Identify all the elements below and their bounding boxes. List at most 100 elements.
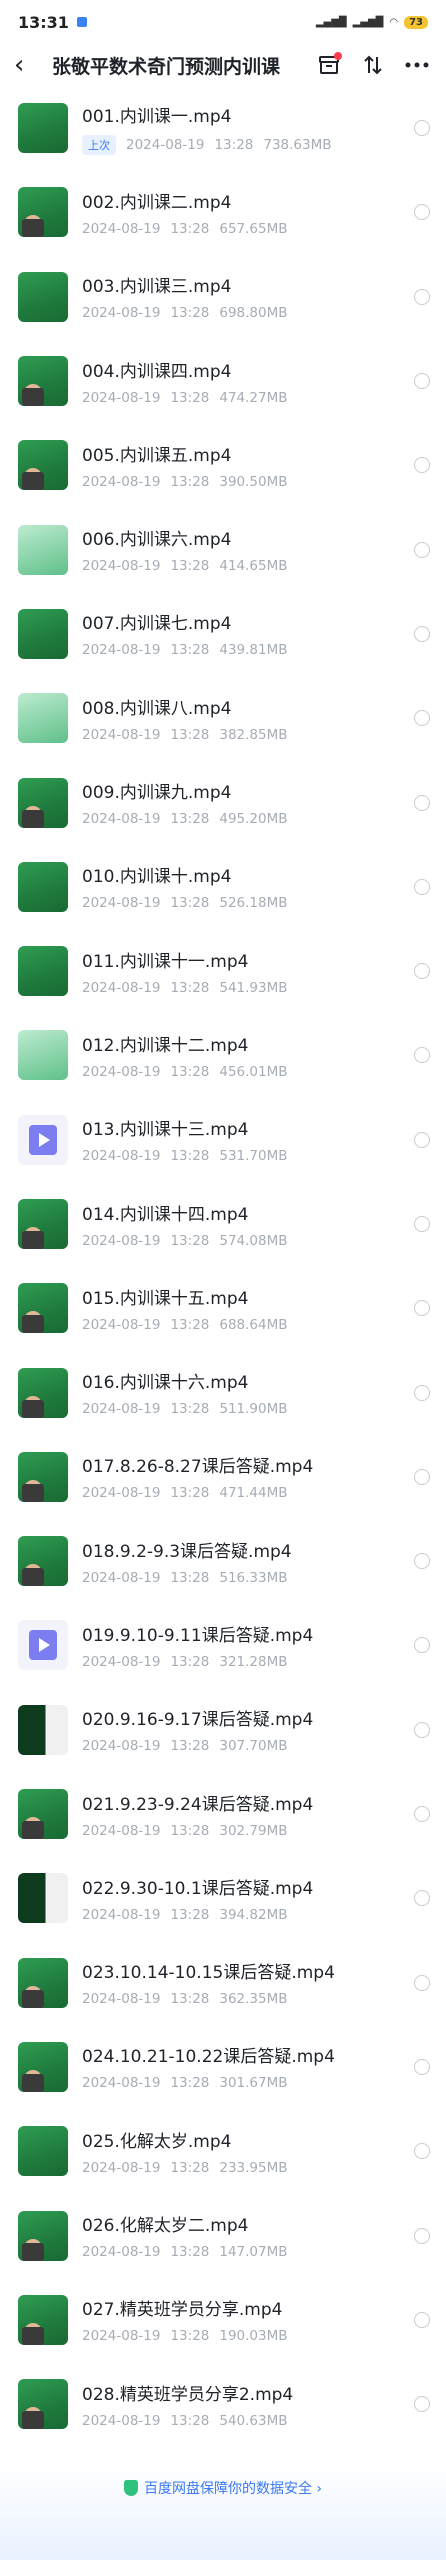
video-thumbnail bbox=[18, 1451, 68, 1502]
file-name: 001.内训课一.mp4 bbox=[82, 106, 232, 127]
file-row[interactable]: 017.8.26-8.27课后答疑.mp4 2024-08-19 13:28 471.… bbox=[0, 1435, 446, 1519]
select-radio[interactable] bbox=[414, 963, 430, 980]
select-radio[interactable] bbox=[414, 710, 430, 727]
select-radio[interactable] bbox=[414, 878, 430, 895]
file-row[interactable]: 009.内训课九.mp4 2024-08-19 13:28 495.20MB bbox=[0, 760, 446, 844]
file-info: 002.内训课二.mp4 2024-08-19 13:28 657.65MB bbox=[82, 188, 404, 237]
file-row[interactable]: 016.内训课十六.mp4 2024-08-19 13:28 511.90MB bbox=[0, 1350, 446, 1434]
file-row[interactable]: 018.9.2-9.3课后答疑.mp4 2024-08-19 13:28 516.33… bbox=[0, 1519, 446, 1603]
file-info: 018.9.2-9.3课后答疑.mp4 2024-08-19 13:28 516.33… bbox=[82, 1537, 404, 1586]
file-row[interactable]: 023.10.14-10.15课后答疑.mp4 2024-08-19 13:28 36… bbox=[0, 1941, 446, 2025]
video-thumbnail bbox=[18, 693, 68, 744]
file-date: 2024-08-19 bbox=[82, 2412, 161, 2429]
file-row[interactable]: 001.内训课一.mp4 上次 2024-08-19 13:28 738.63MB bbox=[0, 86, 446, 170]
file-row[interactable]: 002.内训课二.mp4 2024-08-19 13:28 657.65MB bbox=[0, 170, 446, 254]
security-link[interactable]: 百度网盘保障你的数据安全 › bbox=[123, 2478, 322, 2498]
page-title: 张敬平数术奇门预测内训课 bbox=[52, 55, 281, 78]
file-row[interactable]: 010.内训课十.mp4 2024-08-19 13:28 526.18MB bbox=[0, 845, 446, 929]
file-row[interactable]: 026.化解太岁二.mp4 2024-08-19 13:28 147.07MB bbox=[0, 2193, 446, 2277]
file-time: 13:28 bbox=[170, 2159, 210, 2176]
select-radio[interactable] bbox=[414, 1806, 430, 1823]
select-radio[interactable] bbox=[414, 1300, 430, 1317]
file-date: 2024-08-19 bbox=[82, 305, 161, 322]
video-thumbnail bbox=[18, 2210, 68, 2261]
file-time: 13:28 bbox=[170, 2244, 210, 2261]
file-date: 2024-08-19 bbox=[82, 1148, 161, 1165]
file-row[interactable]: 008.内训课八.mp4 2024-08-19 13:28 382.85MB bbox=[0, 676, 446, 760]
transfer-button[interactable] bbox=[314, 50, 344, 80]
file-row[interactable]: 028.精英班学员分享2.mp4 2024-08-19 13:28 540.63MB bbox=[0, 2362, 446, 2446]
file-row[interactable]: 006.内训课六.mp4 2024-08-19 13:28 414.65MB bbox=[0, 507, 446, 591]
file-row[interactable]: 015.内训课十五.mp4 2024-08-19 13:28 688.64MB bbox=[0, 1266, 446, 1350]
file-date: 2024-08-19 bbox=[82, 1316, 161, 1333]
sort-button[interactable] bbox=[358, 50, 388, 80]
file-info: 005.内训课五.mp4 2024-08-19 13:28 390.50MB bbox=[82, 441, 404, 490]
file-info: 025.化解太岁.mp4 2024-08-19 13:28 233.95MB bbox=[82, 2127, 404, 2176]
file-size: 474.27MB bbox=[219, 389, 288, 406]
select-radio[interactable] bbox=[414, 625, 430, 642]
file-row[interactable]: 005.内训课五.mp4 2024-08-19 13:28 390.50MB bbox=[0, 423, 446, 507]
more-button[interactable] bbox=[402, 50, 432, 80]
select-radio[interactable] bbox=[414, 1384, 430, 1401]
file-row[interactable]: 014.内训课十四.mp4 2024-08-19 13:28 574.08MB bbox=[0, 1182, 446, 1266]
video-thumbnail bbox=[18, 1199, 68, 1249]
select-radio[interactable] bbox=[414, 1553, 430, 1570]
select-radio[interactable] bbox=[414, 204, 430, 221]
select-radio[interactable] bbox=[414, 288, 430, 305]
select-radio[interactable] bbox=[414, 1131, 430, 1148]
select-radio[interactable] bbox=[414, 1047, 430, 1064]
file-name: 022.9.30-10.1课后答疑.mp4 bbox=[82, 1878, 314, 1899]
file-row[interactable]: 012.内训课十二.mp4 2024-08-19 13:28 456.01MB bbox=[0, 1013, 446, 1097]
file-meta: 2024-08-19 13:28 574.08MB bbox=[82, 1233, 404, 1249]
file-time: 13:28 bbox=[170, 1822, 210, 1839]
select-radio[interactable] bbox=[414, 2143, 430, 2160]
file-info: 011.内训课十一.mp4 2024-08-19 13:28 541.93MB bbox=[82, 947, 404, 996]
file-row[interactable]: 004.内训课四.mp4 2024-08-19 13:28 474.27MB bbox=[0, 339, 446, 423]
select-radio[interactable] bbox=[414, 2058, 430, 2075]
file-row[interactable]: 019.9.10-9.11课后答疑.mp4 2024-08-19 13:28 321.… bbox=[0, 1603, 446, 1687]
file-row[interactable]: 020.9.16-9.17课后答疑.mp4 2024-08-19 13:28 307.… bbox=[0, 1688, 446, 1772]
file-row[interactable]: 024.10.21-10.22课后答疑.mp4 2024-08-19 13:28 30… bbox=[0, 2025, 446, 2109]
select-radio[interactable] bbox=[414, 2227, 430, 2244]
file-row[interactable]: 027.精英班学员分享.mp4 2024-08-19 13:28 190.03MB bbox=[0, 2278, 446, 2362]
file-row[interactable]: 007.内训课七.mp4 2024-08-19 13:28 439.81MB bbox=[0, 592, 446, 676]
last-played-badge: 上次 bbox=[82, 134, 116, 155]
select-radio[interactable] bbox=[414, 1637, 430, 1654]
file-meta: 2024-08-19 13:28 456.01MB bbox=[82, 1064, 404, 1080]
file-time: 13:28 bbox=[170, 389, 210, 406]
signal-icon-2: ▂▄▆█ bbox=[352, 16, 384, 28]
file-row[interactable]: 011.内训课十一.mp4 2024-08-19 13:28 541.93MB bbox=[0, 929, 446, 1013]
file-date: 2024-08-19 bbox=[126, 136, 205, 153]
file-name: 016.内训课十六.mp4 bbox=[82, 1373, 249, 1394]
select-radio[interactable] bbox=[414, 1721, 430, 1738]
select-radio[interactable] bbox=[414, 457, 430, 474]
select-radio[interactable] bbox=[414, 794, 430, 811]
file-name: 013.内训课十三.mp4 bbox=[82, 1120, 249, 1141]
file-name: 021.9.23-9.24课后答疑.mp4 bbox=[82, 1794, 314, 1815]
video-thumbnail bbox=[18, 861, 68, 912]
back-icon[interactable]: ‹ bbox=[14, 52, 40, 78]
select-radio[interactable] bbox=[414, 1468, 430, 1485]
file-size: 471.44MB bbox=[219, 1485, 288, 1502]
file-size: 382.85MB bbox=[219, 726, 288, 743]
file-row[interactable]: 003.内训课三.mp4 2024-08-19 13:28 698.80MB bbox=[0, 255, 446, 339]
file-row[interactable]: 022.9.30-10.1课后答疑.mp4 2024-08-19 13:28 394.… bbox=[0, 1856, 446, 1940]
file-size: 526.18MB bbox=[219, 895, 288, 912]
select-radio[interactable] bbox=[414, 2311, 430, 2328]
select-radio[interactable] bbox=[414, 1890, 430, 1907]
footer-banner: 百度网盘保障你的数据安全 › bbox=[0, 2460, 446, 2560]
file-date: 2024-08-19 bbox=[82, 1485, 161, 1502]
select-radio[interactable] bbox=[414, 541, 430, 558]
select-radio[interactable] bbox=[414, 373, 430, 390]
file-row[interactable]: 021.9.23-9.24课后答疑.mp4 2024-08-19 13:28 302.… bbox=[0, 1772, 446, 1856]
file-meta: 2024-08-19 13:28 233.95MB bbox=[82, 2160, 404, 2176]
select-radio[interactable] bbox=[414, 2396, 430, 2413]
file-row[interactable]: 025.化解太岁.mp4 2024-08-19 13:28 233.95MB bbox=[0, 2109, 446, 2193]
select-radio[interactable] bbox=[414, 1216, 430, 1232]
file-date: 2024-08-19 bbox=[82, 220, 161, 237]
select-radio[interactable] bbox=[414, 1974, 430, 1991]
file-meta: 2024-08-19 13:28 382.85MB bbox=[82, 727, 404, 743]
file-row[interactable]: 013.内训课十三.mp4 2024-08-19 13:28 531.70MB bbox=[0, 1098, 446, 1182]
select-radio[interactable] bbox=[414, 120, 430, 137]
file-info: 012.内训课十二.mp4 2024-08-19 13:28 456.01MB bbox=[82, 1031, 404, 1080]
